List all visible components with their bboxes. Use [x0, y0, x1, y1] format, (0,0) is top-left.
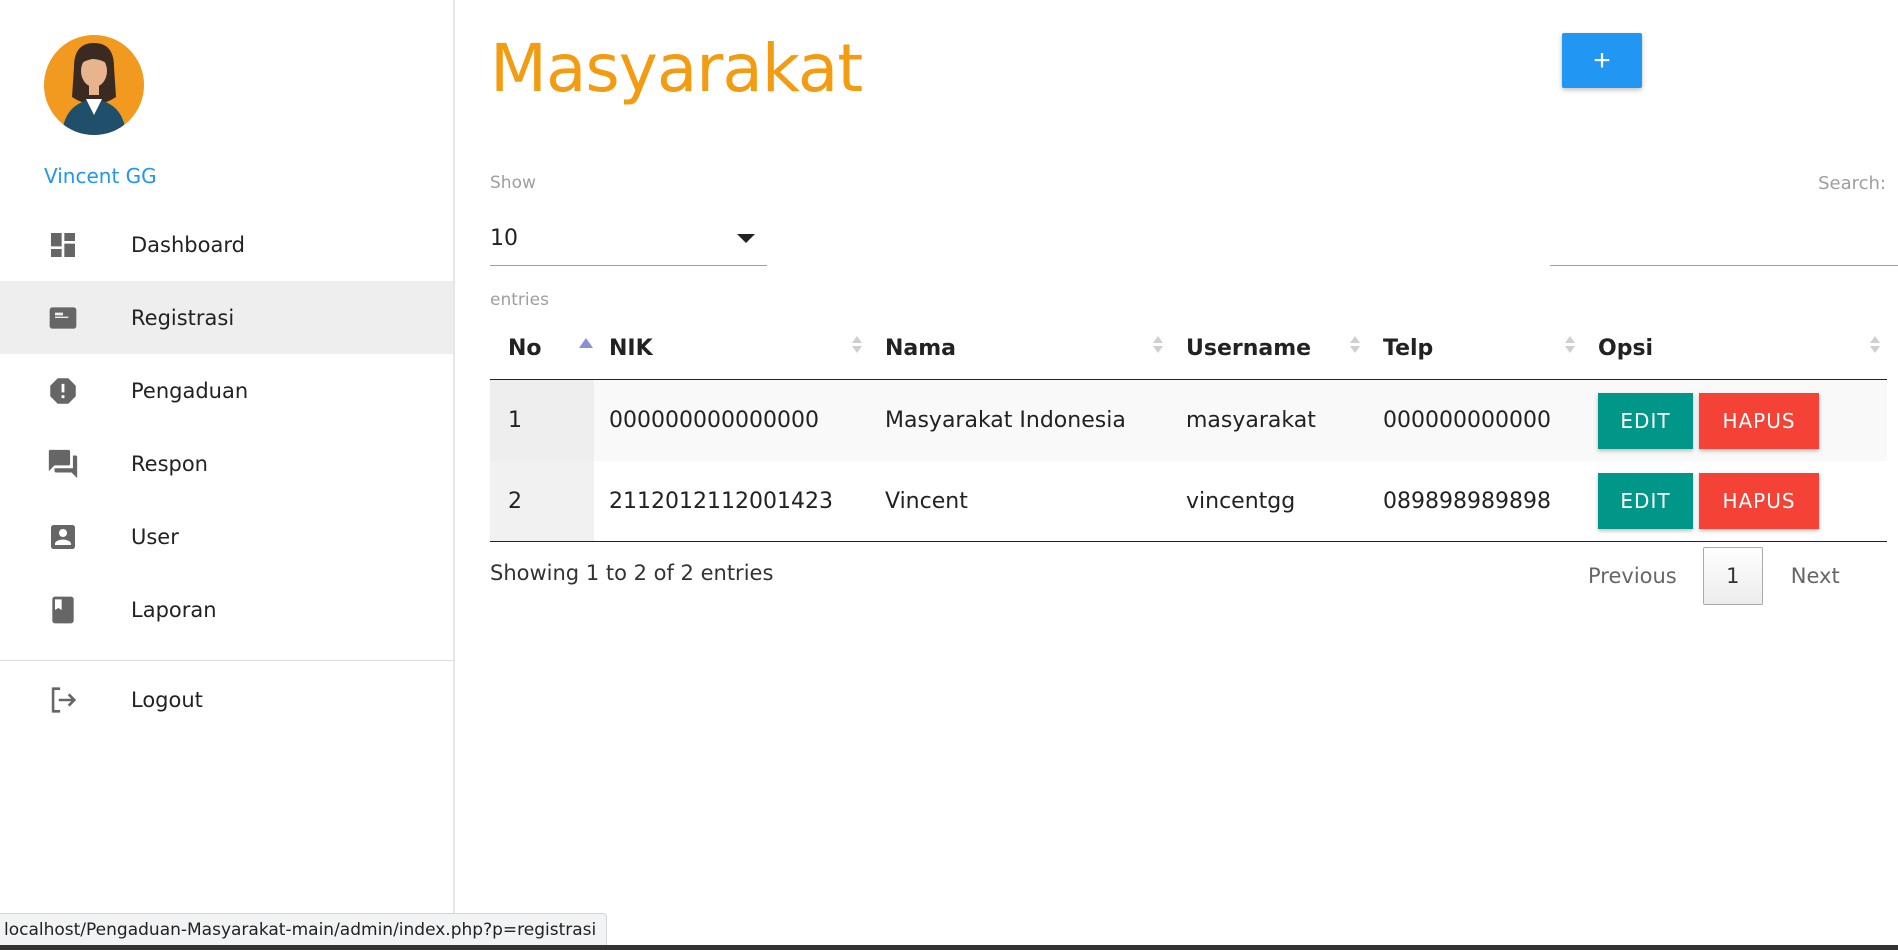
column-header-label: Nama — [885, 336, 957, 361]
sort-icon — [852, 336, 862, 360]
main-content: Masyarakat + Show 10 entries Search: No … — [490, 0, 1898, 950]
avatar-image — [44, 35, 144, 135]
window-bottom-edge — [0, 945, 1898, 950]
cell-nik: 000000000000000 — [609, 408, 819, 433]
table-header: No NIK Nama Username Telp Opsi — [490, 318, 1887, 380]
column-header-nama[interactable]: Nama — [869, 318, 1170, 379]
sidebar-item-dashboard[interactable]: Dashboard — [0, 208, 453, 281]
browser-status-bar: localhost/Pengaduan-Masyarakat-main/admi… — [0, 913, 608, 945]
search-input[interactable] — [1550, 214, 1898, 266]
logout-container: Logout — [0, 663, 453, 736]
edit-button[interactable]: EDIT — [1598, 392, 1693, 449]
cell-username: masyarakat — [1186, 408, 1316, 433]
search-label: Search: — [1818, 173, 1886, 194]
dashboard-icon — [45, 227, 81, 263]
book-icon — [45, 592, 81, 628]
pagination: Previous 1 Next — [1588, 547, 1840, 605]
sidebar-item-pengaduan[interactable]: Pengaduan — [0, 354, 453, 427]
avatar — [44, 35, 144, 135]
sidebar-item-label: Dashboard — [131, 232, 245, 257]
cell-telp: 000000000000 — [1383, 408, 1551, 433]
sidebar-item-label: Laporan — [131, 597, 217, 622]
entries-select-value: 10 — [490, 226, 518, 251]
entries-select[interactable]: 10 — [490, 212, 767, 266]
cell-nama: Vincent — [885, 488, 968, 514]
column-header-nik[interactable]: NIK — [594, 318, 869, 379]
logout-label: Logout — [131, 687, 203, 712]
cell-no: 1 — [490, 380, 594, 461]
sidebar: Vincent GG Dashboard Registrasi Pengadua… — [0, 0, 455, 950]
show-label: Show — [490, 173, 536, 193]
sidebar-item-label: User — [131, 524, 179, 549]
column-header-telp[interactable]: Telp — [1367, 318, 1582, 379]
cell-opsi: EDIT HAPUS — [1582, 461, 1887, 541]
entries-label: entries — [490, 290, 549, 310]
report-icon — [45, 373, 81, 409]
user-name[interactable]: Vincent GG — [44, 164, 157, 188]
column-header-label: Username — [1186, 336, 1312, 361]
table-info: Showing 1 to 2 of 2 entries — [490, 561, 774, 585]
sidebar-divider — [0, 660, 453, 661]
cell-nik: 2112012112001423 — [609, 488, 833, 514]
sort-icon — [1565, 336, 1575, 360]
logout-icon — [45, 682, 81, 718]
cell-username: vincentgg — [1186, 488, 1296, 514]
data-table: No NIK Nama Username Telp Opsi 1 0000000… — [490, 318, 1887, 542]
previous-button[interactable]: Previous — [1588, 564, 1677, 588]
sidebar-item-label: Pengaduan — [131, 378, 249, 403]
column-header-label: NIK — [609, 336, 653, 361]
sort-icon — [1870, 336, 1880, 360]
cell-no: 2 — [490, 461, 594, 541]
hapus-button[interactable]: HAPUS — [1699, 473, 1819, 529]
forum-icon — [45, 446, 81, 482]
sort-icon — [1153, 336, 1163, 360]
sidebar-item-label: Respon — [131, 451, 208, 476]
sidebar-item-label: Registrasi — [131, 305, 235, 330]
column-header-label: No — [508, 336, 542, 361]
table-row: 1 000000000000000 Masyarakat Indonesia m… — [490, 380, 1887, 461]
cell-telp: 089898989898 — [1383, 488, 1551, 514]
sidebar-item-laporan[interactable]: Laporan — [0, 573, 453, 646]
table-row: 2 2112012112001423 Vincent vincentgg 089… — [490, 461, 1887, 542]
hapus-button[interactable]: HAPUS — [1699, 392, 1819, 449]
cell-nama: Masyarakat Indonesia — [885, 408, 1126, 433]
sidebar-item-user[interactable]: User — [0, 500, 453, 573]
cell-opsi: EDIT HAPUS — [1582, 380, 1887, 461]
sort-asc-icon — [579, 336, 593, 360]
column-header-label: Telp — [1383, 336, 1434, 361]
sidebar-item-registrasi[interactable]: Registrasi — [0, 281, 453, 354]
page-title: Masyarakat — [490, 30, 863, 107]
card-icon — [45, 300, 81, 336]
account-box-icon — [45, 519, 81, 555]
page-button-1[interactable]: 1 — [1702, 547, 1763, 605]
add-button[interactable]: + — [1562, 33, 1642, 88]
column-header-label: Opsi — [1598, 336, 1654, 361]
next-button[interactable]: Next — [1791, 564, 1840, 588]
column-header-opsi[interactable]: Opsi — [1582, 318, 1887, 379]
sidebar-item-respon[interactable]: Respon — [0, 427, 453, 500]
sort-icon — [1350, 336, 1360, 360]
column-header-username[interactable]: Username — [1170, 318, 1367, 379]
caret-down-icon — [737, 234, 755, 243]
sidebar-nav: Dashboard Registrasi Pengaduan Respon Us… — [0, 208, 453, 646]
column-header-no[interactable]: No — [490, 318, 594, 379]
edit-button[interactable]: EDIT — [1598, 473, 1693, 529]
sidebar-item-logout[interactable]: Logout — [0, 663, 453, 736]
